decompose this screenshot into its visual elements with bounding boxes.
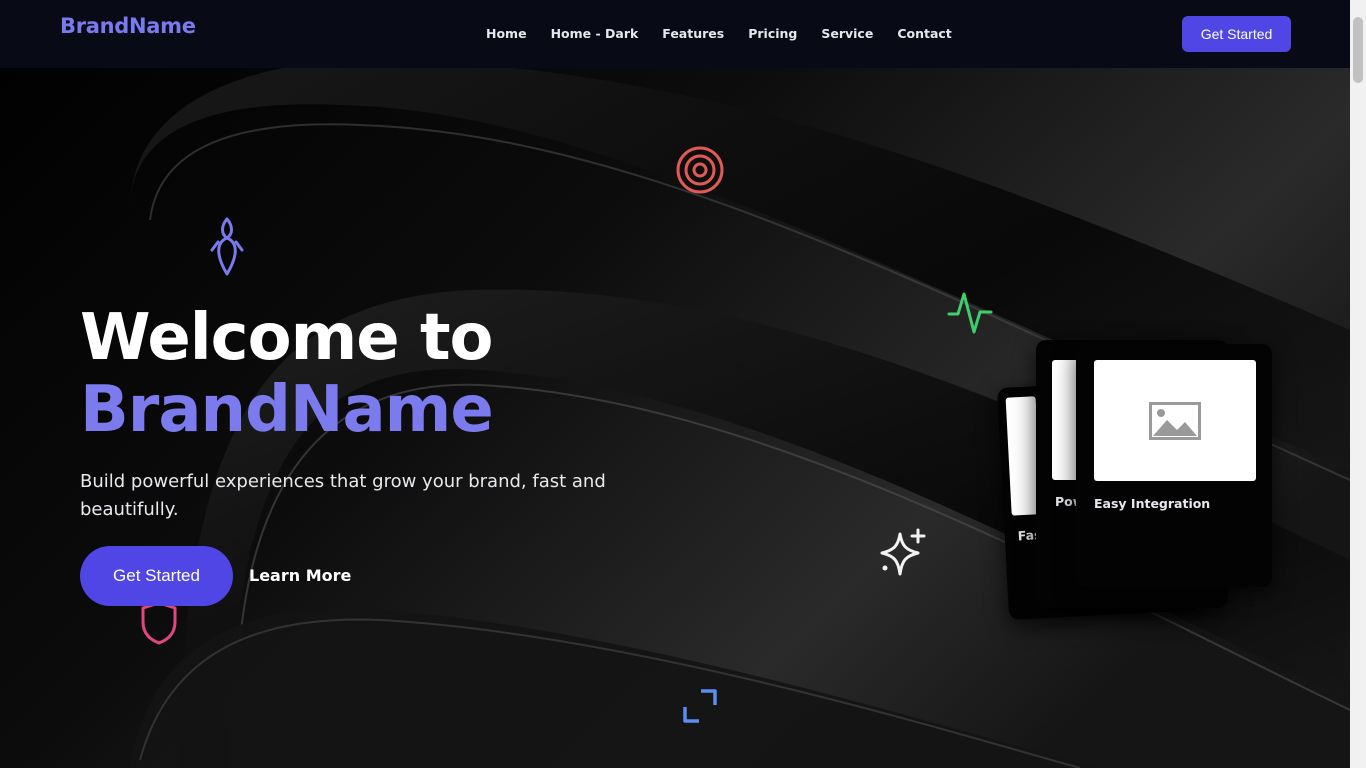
- nav-link-pricing[interactable]: Pricing: [748, 26, 797, 41]
- card-label: Easy Integration: [1094, 496, 1211, 511]
- pulse-icon: [947, 292, 993, 334]
- rocket-icon: [210, 217, 244, 276]
- feature-card-easy-integration[interactable]: Easy Integration: [1076, 344, 1272, 587]
- nav-link-features[interactable]: Features: [662, 26, 724, 41]
- nav-link-home[interactable]: Home: [486, 26, 527, 41]
- hero-learn-more-link[interactable]: Learn More: [249, 566, 351, 585]
- brand-logo[interactable]: BrandName: [60, 14, 196, 38]
- hero-title: Welcome to BrandName: [80, 301, 494, 447]
- nav-links: Home Home - Dark Features Pricing Servic…: [486, 26, 976, 41]
- shield-icon: [141, 601, 177, 645]
- landing-page: BrandName Home Home - Dark Features Pric…: [0, 0, 1366, 768]
- target-icon: [676, 146, 724, 194]
- hero-title-line1: Welcome to: [80, 301, 493, 375]
- nav-link-contact[interactable]: Contact: [897, 26, 951, 41]
- nav-link-service[interactable]: Service: [821, 26, 873, 41]
- scrollbar-thumb[interactable]: [1353, 17, 1363, 83]
- expand-icon: [683, 689, 717, 723]
- hero-get-started-button[interactable]: Get Started: [80, 546, 233, 606]
- hero-subtitle: Build powerful experiences that grow you…: [80, 471, 606, 520]
- image-placeholder-icon: [1149, 402, 1201, 440]
- top-navbar: BrandName Home Home - Dark Features Pric…: [0, 0, 1350, 68]
- hero-title-brand: BrandName: [80, 373, 494, 447]
- page-scrollbar[interactable]: [1350, 0, 1366, 768]
- sparkles-icon: [880, 528, 926, 576]
- card-image: [1094, 360, 1256, 481]
- nav-link-home-dark[interactable]: Home - Dark: [551, 26, 639, 41]
- nav-get-started-button[interactable]: Get Started: [1182, 16, 1291, 52]
